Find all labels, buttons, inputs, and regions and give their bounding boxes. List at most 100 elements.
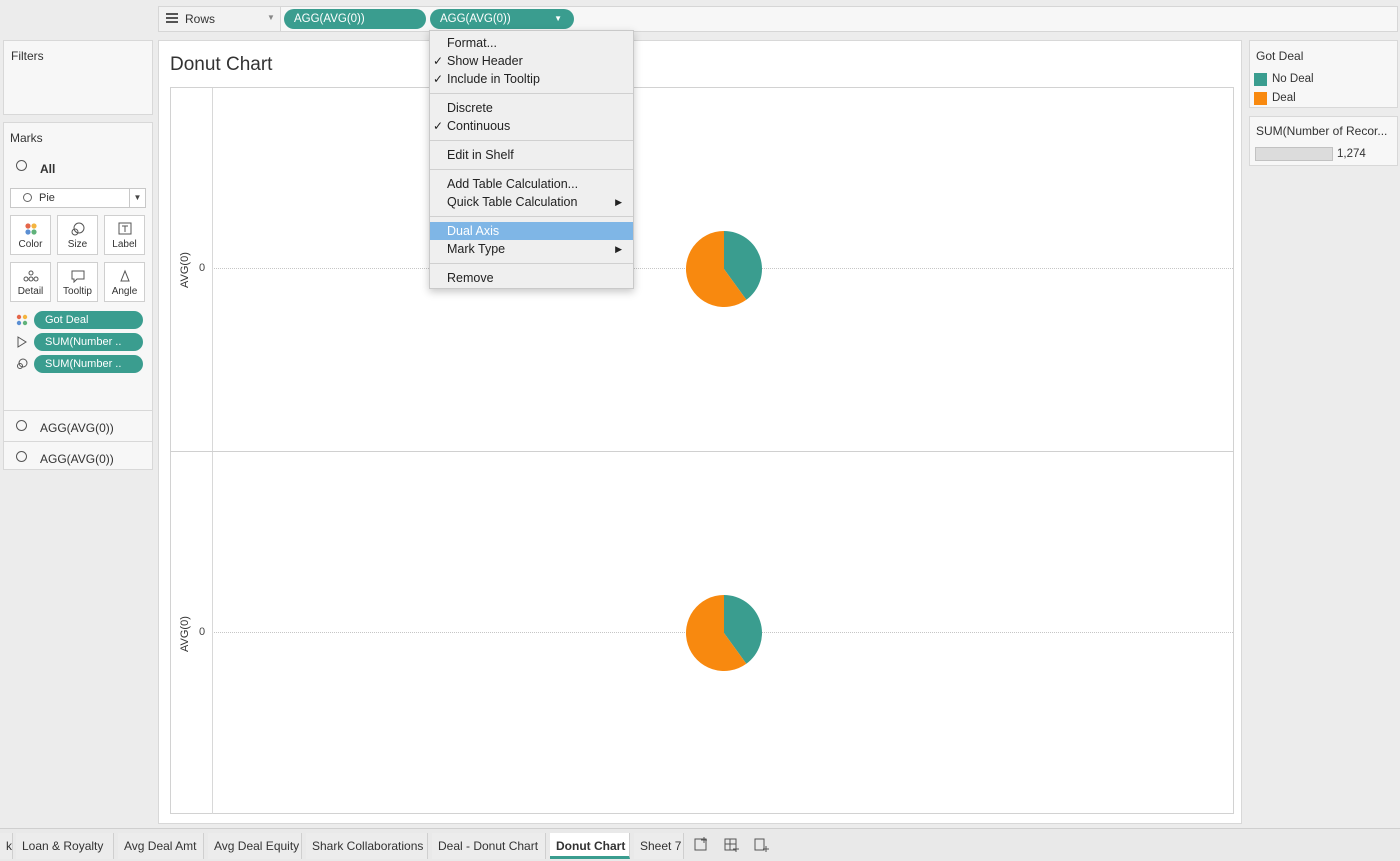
submenu-arrow-icon: ▶ xyxy=(615,244,622,254)
menu-item-label: Mark Type xyxy=(447,242,506,256)
detail-icon xyxy=(23,270,39,282)
menu-item[interactable]: Format... xyxy=(430,34,633,52)
menu-separator xyxy=(430,93,633,94)
rows-label: Rows xyxy=(185,12,216,26)
marks-field-pill[interactable]: SUM(Number .. xyxy=(34,333,143,351)
sheet-tab[interactable]: Avg Deal Equity xyxy=(208,833,302,859)
menu-item-label: Remove xyxy=(447,271,494,285)
marks-card: Marks All Pie ▼ Color Size Label Detail xyxy=(3,122,153,470)
sheet-tab[interactable]: k xyxy=(0,833,13,859)
color-icon xyxy=(16,314,28,326)
marks-axis-card-1[interactable]: AGG(AVG(0)) xyxy=(4,410,152,440)
rows-shelf-header[interactable]: Rows ▼ xyxy=(159,7,281,31)
legend-swatch xyxy=(1254,73,1267,86)
detail-button-label: Detail xyxy=(17,286,44,297)
marks-axis-card-2[interactable]: AGG(AVG(0)) xyxy=(4,441,152,471)
rows-pill-1[interactable]: AGG(AVG(0)) xyxy=(284,9,426,29)
pie-mark-icon xyxy=(16,451,27,462)
check-icon: ✓ xyxy=(433,54,444,68)
menu-item[interactable]: Mark Type ▶ xyxy=(430,240,633,258)
menu-item[interactable]: ✓ Continuous xyxy=(430,117,633,135)
legend-item-no-deal[interactable]: No Deal xyxy=(1254,71,1394,87)
mark-type-value: Pie xyxy=(39,192,55,204)
legend-label: No Deal xyxy=(1272,73,1314,85)
color-button-label: Color xyxy=(18,239,43,250)
axis-tick-label: 0 xyxy=(199,262,206,274)
detail-button[interactable]: Detail xyxy=(10,262,51,302)
menu-separator xyxy=(430,216,633,217)
label-button[interactable]: Label xyxy=(104,215,145,255)
size-button-label: Size xyxy=(67,239,88,250)
mark-type-select[interactable]: Pie ▼ xyxy=(10,188,146,208)
axis-title: AVG(0) xyxy=(179,252,191,288)
sheet-tab[interactable]: Shark Collaborations xyxy=(306,833,428,859)
marks-field-got-deal[interactable]: Got Deal xyxy=(10,311,146,329)
pie-mark-icon xyxy=(23,193,32,202)
pane-divider xyxy=(170,451,1234,452)
menu-item[interactable]: Add Table Calculation... xyxy=(430,175,633,193)
rows-shelf: Rows ▼ AGG(AVG(0)) AGG(AVG(0)) ▼ xyxy=(158,6,1398,32)
new-dashboard-icon[interactable] xyxy=(722,835,742,855)
marks-field-pill[interactable]: Got Deal xyxy=(34,311,143,329)
chevron-down-icon[interactable]: ▼ xyxy=(554,9,562,29)
new-story-icon[interactable] xyxy=(752,835,772,855)
label-button-label: Label xyxy=(112,239,137,250)
axis-title: AVG(0) xyxy=(179,616,191,652)
filters-shelf[interactable]: Filters xyxy=(3,40,153,115)
color-icon xyxy=(25,223,37,235)
rows-icon xyxy=(166,13,178,23)
legend-swatch xyxy=(1254,92,1267,105)
menu-item-label: Edit in Shelf xyxy=(447,148,514,162)
filters-title: Filters xyxy=(11,49,44,63)
label-icon xyxy=(118,222,132,235)
menu-item[interactable]: ✓ Show Header xyxy=(430,52,633,70)
color-button[interactable]: Color xyxy=(10,215,51,255)
menu-separator xyxy=(430,263,633,264)
new-worksheet-icon[interactable] xyxy=(692,835,712,855)
sheet-tab[interactable]: Loan & Royalty xyxy=(16,833,114,859)
check-icon: ✓ xyxy=(433,119,444,133)
size-legend-value: 1,274 xyxy=(1337,148,1366,160)
menu-item[interactable]: Remove xyxy=(430,269,633,287)
axis-tick-label: 0 xyxy=(199,626,206,638)
menu-item[interactable]: Edit in Shelf xyxy=(430,146,633,164)
marks-field-pill[interactable]: SUM(Number .. xyxy=(34,355,143,373)
marks-field-sum-angle[interactable]: SUM(Number .. xyxy=(10,333,146,351)
marks-all-label[interactable]: All xyxy=(40,162,55,176)
marks-field-sum-size[interactable]: SUM(Number .. xyxy=(10,355,146,373)
rows-pill-2-label: AGG(AVG(0)) xyxy=(440,13,511,25)
menu-item[interactable]: Discrete xyxy=(430,99,633,117)
menu-item-label: Add Table Calculation... xyxy=(447,177,579,191)
pie-mark-icon xyxy=(16,160,27,171)
marks-title: Marks xyxy=(10,131,43,145)
legend-label: Deal xyxy=(1272,92,1296,104)
legend-item-deal[interactable]: Deal xyxy=(1254,90,1394,106)
menu-item-label: Format... xyxy=(447,36,498,50)
menu-item[interactable]: ✓ Include in Tooltip xyxy=(430,70,633,88)
chevron-down-icon[interactable]: ▼ xyxy=(129,189,145,207)
marks-axis-card-label: AGG(AVG(0)) xyxy=(40,421,114,435)
check-icon: ✓ xyxy=(433,72,444,86)
sheet-tab[interactable]: Sheet 7 xyxy=(634,833,684,859)
menu-item[interactable]: Quick Table Calculation ▶ xyxy=(430,193,633,211)
angle-icon xyxy=(120,269,130,282)
menu-item-label: Quick Table Calculation xyxy=(447,195,578,209)
sheet-tab[interactable]: Donut Chart xyxy=(550,833,630,859)
pie-mark-icon xyxy=(16,420,27,431)
sheet-tab[interactable]: Deal - Donut Chart xyxy=(432,833,546,859)
angle-button[interactable]: Angle xyxy=(104,262,145,302)
pie-chart[interactable] xyxy=(684,229,764,309)
pie-chart[interactable] xyxy=(684,593,764,673)
size-button[interactable]: Size xyxy=(57,215,98,255)
size-legend: SUM(Number of Recor... 1,274 xyxy=(1249,116,1398,166)
angle-icon xyxy=(17,336,27,348)
sheet-tab[interactable]: Avg Deal Amt xyxy=(118,833,204,859)
tooltip-button[interactable]: Tooltip xyxy=(57,262,98,302)
sheet-tabs-bar: k Loan & Royalty Avg Deal Amt Avg Deal Equi… xyxy=(0,828,1400,861)
color-legend: Got Deal No Deal Deal xyxy=(1249,40,1398,108)
rows-pill-2[interactable]: AGG(AVG(0)) ▼ xyxy=(430,9,574,29)
pill-context-menu: Format... ✓ Show Header ✓ Include in Tooltip… xyxy=(429,30,634,289)
menu-separator xyxy=(430,169,633,170)
chevron-down-icon[interactable]: ▼ xyxy=(267,13,275,22)
menu-item[interactable]: Dual Axis xyxy=(430,222,633,240)
